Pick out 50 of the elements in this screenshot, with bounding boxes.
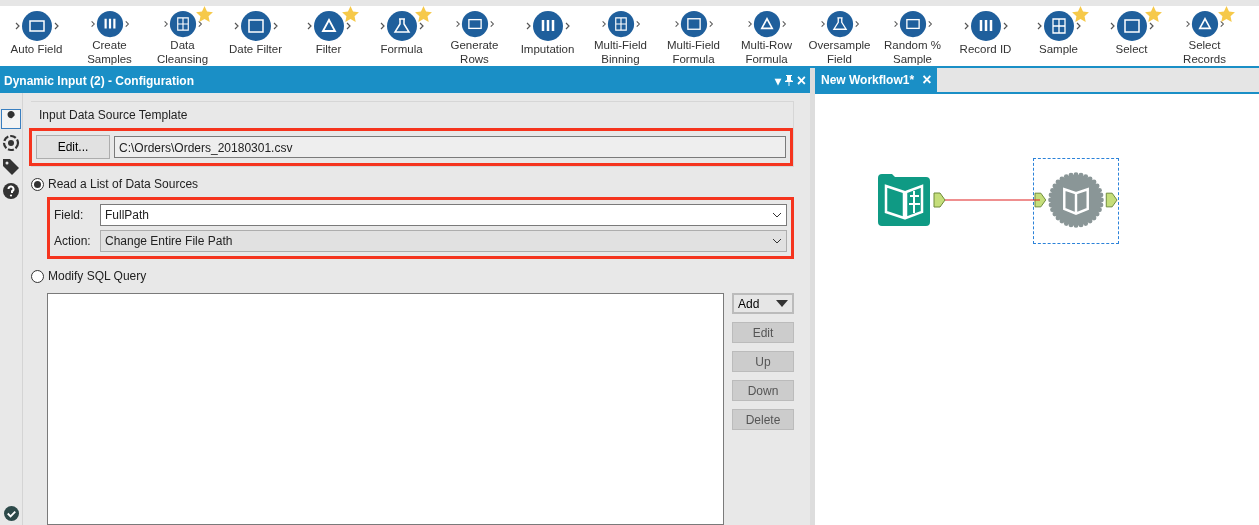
- tool-icon[interactable]: [1036, 10, 1081, 42]
- tool-node[interactable]: [1033, 158, 1119, 244]
- radio-button[interactable]: [31, 269, 44, 283]
- panel-title: Dynamic Input (2) - Configuration: [4, 72, 194, 90]
- radio-button[interactable]: [31, 177, 44, 191]
- tool-label: Multi-Row Formula: [740, 38, 793, 66]
- tool-label: Imputation: [520, 42, 575, 56]
- tool-label: Oversample Field: [808, 38, 871, 66]
- close-button[interactable]: ×: [922, 68, 932, 92]
- edit-button[interactable]: Edit...: [36, 135, 110, 159]
- tool-icon[interactable]: [233, 10, 278, 42]
- tool-icon[interactable]: [14, 10, 59, 42]
- radio-label: Modify SQL Query: [48, 268, 147, 285]
- workflow-tab[interactable]: New Workflow1* ×: [815, 68, 938, 92]
- tool-label: Date Filter: [228, 42, 282, 56]
- close-button[interactable]: ×: [796, 72, 806, 89]
- dropdown-caret[interactable]: ▾: [774, 71, 781, 90]
- tool-label: Record ID: [959, 42, 1012, 56]
- field-label: Action:: [54, 233, 92, 250]
- path-field: C:\Orders\Orders_20180301.csv: [114, 136, 786, 158]
- tool-icon[interactable]: [306, 10, 351, 42]
- tool-label: Multi-Field Formula: [666, 38, 720, 66]
- tool-icon[interactable]: [963, 10, 1008, 42]
- tool-label: Auto Field: [10, 42, 63, 56]
- tool-icon[interactable]: [525, 10, 570, 42]
- target-icon[interactable]: [1, 133, 21, 153]
- tool-label: Formula: [380, 42, 423, 56]
- tag-icon[interactable]: [1, 157, 21, 177]
- caret-icon[interactable]: [776, 300, 788, 307]
- group-label: Input Data Source Template: [39, 107, 189, 124]
- tool-icon[interactable]: [1109, 10, 1154, 42]
- tool-label: Filter: [315, 42, 342, 56]
- tool-label: Data Cleansing: [156, 38, 209, 66]
- chevron-icon[interactable]: [772, 212, 782, 218]
- tool-label: Multi-Field Binning: [593, 38, 647, 66]
- tool-label: Select: [1115, 42, 1148, 56]
- add-dropdown[interactable]: Add: [732, 293, 794, 314]
- field-label: Field:: [54, 207, 85, 224]
- pin-icon[interactable]: [784, 75, 793, 86]
- tool-node[interactable]: [878, 174, 946, 226]
- tool-label: Create Samples: [87, 38, 132, 66]
- tool-label: Sample: [1039, 42, 1078, 56]
- check-icon: [3, 506, 19, 521]
- dropdown-field[interactable]: FullPath: [100, 204, 787, 226]
- radio-label: Read a List of Data Sources: [48, 176, 199, 193]
- tool-label: Random % Sample: [884, 38, 941, 66]
- tool-label: Select Records: [1183, 38, 1226, 66]
- help-icon[interactable]: [1, 181, 21, 201]
- tool-icon[interactable]: [379, 10, 424, 42]
- tool-label: Generate Rows: [450, 38, 499, 66]
